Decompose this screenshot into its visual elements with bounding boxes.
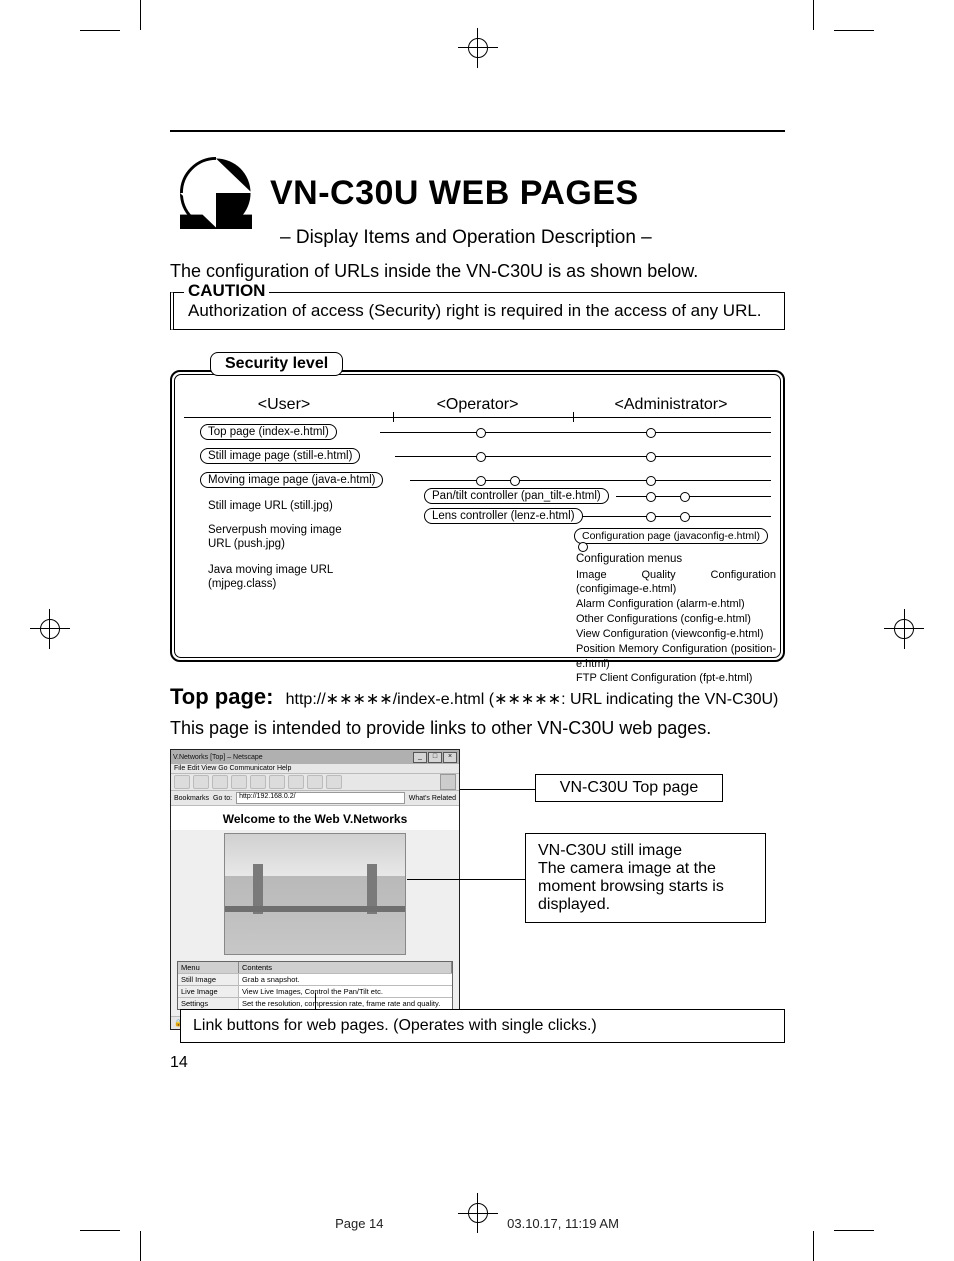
crop-mark (813, 0, 814, 30)
item-lens: Lens controller (lenz-e.html) (424, 508, 583, 524)
registration-mark (468, 38, 488, 58)
link-still-image[interactable]: Still Image (178, 974, 239, 985)
callout-top-page: VN-C30U Top page (535, 774, 723, 802)
page-subtitle: – Display Items and Operation Descriptio… (280, 227, 785, 249)
close-icon[interactable]: × (443, 752, 457, 763)
maximize-icon[interactable]: □ (428, 752, 442, 763)
registration-mark (40, 619, 60, 639)
config-pos-mem: Position Memory Configuration (position-… (576, 642, 776, 672)
config-menus: Configuration menus Image Quality Config… (576, 552, 776, 686)
intro-text: The configuration of URLs inside the VN-… (170, 261, 785, 282)
top-page-url: http://∗∗∗∗∗/index-e.html (∗∗∗∗∗: URL in… (286, 691, 779, 708)
item-top-page: Top page (index-e.html) (200, 424, 337, 440)
callout-still-image: VN-C30U still image The camera image at … (525, 833, 766, 923)
goto-label: Go to: (213, 795, 232, 802)
reload-icon[interactable] (212, 775, 228, 789)
search-icon[interactable] (250, 775, 266, 789)
footer-timestamp: 03.10.17, 11:19 AM (507, 1216, 619, 1231)
top-page-desc: This page is intended to provide links t… (170, 718, 785, 739)
browser-menubar[interactable]: File Edit View Go Communicator Help (171, 764, 459, 774)
col-contents: Contents (239, 962, 452, 973)
netscape-logo-icon (440, 774, 456, 790)
config-other: Other Configurations (config-e.html) (576, 612, 776, 627)
callout-still-line2: The camera image at the moment browsing … (538, 860, 753, 914)
config-menus-title: Configuration menus (576, 552, 776, 568)
back-icon[interactable] (174, 775, 190, 789)
caution-label: CAUTION (184, 281, 269, 301)
browser-titlebar: V.Networks [Top] – Netscape _ □ × (171, 750, 459, 764)
column-user: <User> (184, 396, 384, 414)
caution-box: CAUTION Authorization of access (Securit… (170, 292, 785, 330)
config-view: View Configuration (viewconfig-e.html) (576, 627, 776, 642)
security-level-title: Security level (210, 352, 343, 376)
column-operator: <Operator> (384, 396, 571, 414)
title-row: VN-C30U WEB PAGES (180, 157, 785, 229)
bookmarks-label[interactable]: Bookmarks (174, 795, 209, 802)
home-icon[interactable] (231, 775, 247, 789)
callout-link-buttons: Link buttons for web pages. (Operates wi… (180, 1009, 785, 1043)
config-img-quality: Image Quality Configuration (configimage… (576, 568, 776, 598)
link-live-image[interactable]: Live Image (178, 986, 239, 997)
item-moving-page: Moving image page (java-e.html) (200, 472, 383, 488)
table-row: Still Image Grab a snapshot. (178, 973, 452, 985)
item-pantilt: Pan/tilt controller (pan_tilt-e.html) (424, 488, 609, 504)
link-live-desc: View Live Images, Control the Pan/Tilt e… (239, 986, 452, 997)
crop-mark (834, 30, 874, 31)
crop-mark (140, 0, 141, 30)
browser-toolbar (171, 774, 459, 791)
link-settings[interactable]: Settings (178, 998, 239, 1009)
page-number: 14 (170, 1054, 188, 1072)
item-java-url: Java moving image URL (mjpeg.class) (206, 562, 365, 593)
minimize-icon[interactable]: _ (413, 752, 427, 763)
security-level-diagram: Security level <User> <Operator> <Admini… (170, 352, 785, 662)
crop-mark (80, 30, 120, 31)
logo-icon (180, 157, 252, 229)
security-icon[interactable] (307, 775, 323, 789)
footer-page: Page 14 (335, 1216, 383, 1231)
config-ftp: FTP Client Configuration (fpt-e.html) (576, 671, 776, 686)
crop-mark (813, 1231, 814, 1261)
item-still-url: Still image URL (still.jpg) (206, 498, 335, 514)
camera-still-image (224, 833, 406, 955)
callout-still-line1: VN-C30U still image (538, 842, 753, 860)
browser-window: V.Networks [Top] – Netscape _ □ × File E… (170, 749, 460, 1030)
address-input[interactable]: http://192.168.0.2/ (236, 792, 405, 804)
config-alarm: Alarm Configuration (alarm-e.html) (576, 597, 776, 612)
crop-mark (140, 1231, 141, 1261)
item-still-page: Still image page (still-e.html) (200, 448, 360, 464)
print-icon[interactable] (288, 775, 304, 789)
stop-icon[interactable] (326, 775, 342, 789)
page-title: VN-C30U WEB PAGES (270, 174, 639, 213)
link-settings-desc: Set the resolution, compression rate, fr… (239, 998, 452, 1009)
caution-text: Authorization of access (Security) right… (188, 301, 762, 320)
registration-mark (894, 619, 914, 639)
browser-title: V.Networks [Top] – Netscape (173, 754, 263, 761)
col-menu: Menu (178, 962, 239, 973)
welcome-heading: Welcome to the Web V.Networks (171, 806, 459, 830)
link-still-desc: Grab a snapshot. (239, 974, 452, 985)
item-serverpush-url: Serverpush moving image URL (push.jpg) (206, 522, 365, 553)
whats-related[interactable]: What's Related (409, 795, 456, 802)
guide-icon[interactable] (269, 775, 285, 789)
item-config-page: Configuration page (javaconfig-e.html) (574, 528, 768, 544)
forward-icon[interactable] (193, 775, 209, 789)
column-admin: <Administrator> (571, 396, 771, 414)
print-footer: Page 14 03.10.17, 11:19 AM (0, 1216, 954, 1231)
top-page-heading: Top page: (170, 684, 273, 709)
